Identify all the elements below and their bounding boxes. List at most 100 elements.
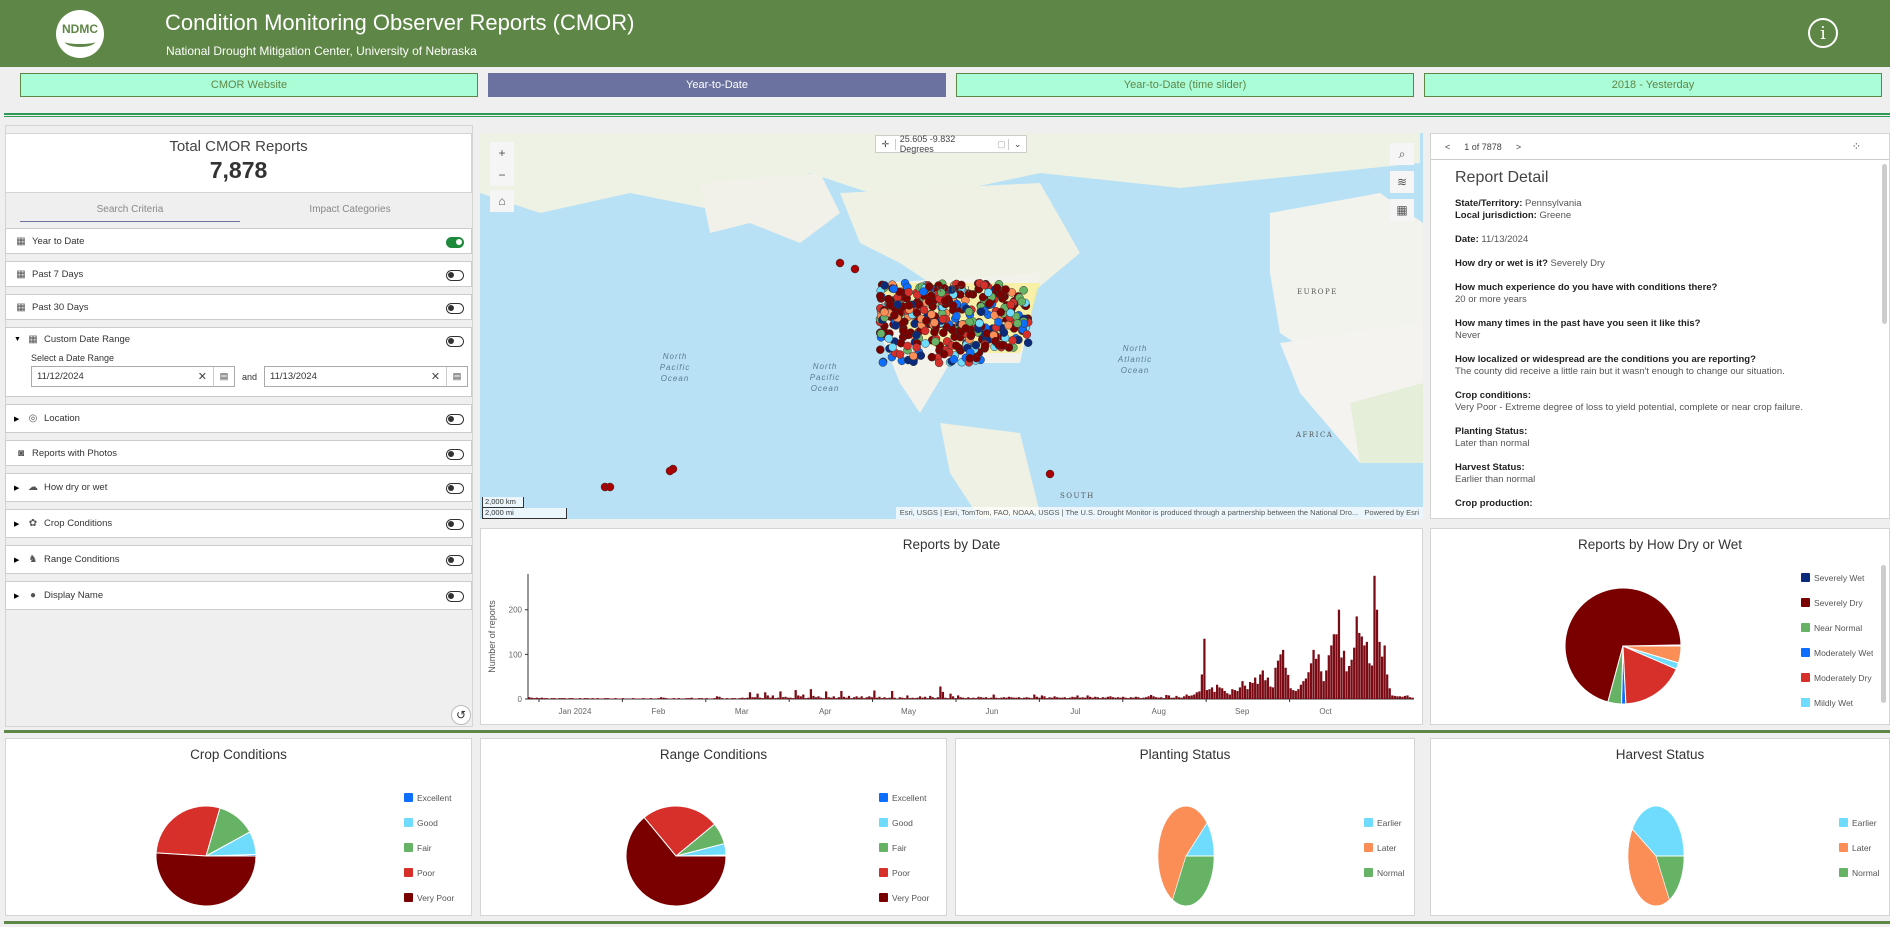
- legend-item[interactable]: Very Poor: [404, 885, 454, 910]
- bar[interactable]: [941, 691, 945, 699]
- bar[interactable]: [1111, 697, 1115, 699]
- report-point[interactable]: [975, 318, 984, 328]
- bar[interactable]: [817, 696, 820, 699]
- bar[interactable]: [830, 697, 833, 699]
- report-point[interactable]: [912, 330, 921, 340]
- bar[interactable]: [814, 697, 818, 699]
- tab-search-criteria[interactable]: Search Criteria: [20, 200, 240, 222]
- bar[interactable]: [779, 691, 782, 699]
- report-point[interactable]: [921, 339, 930, 348]
- bar[interactable]: [1358, 632, 1361, 699]
- bar[interactable]: [797, 695, 800, 699]
- bar[interactable]: [1104, 697, 1107, 699]
- bar[interactable]: [533, 698, 536, 699]
- bar[interactable]: [1355, 616, 1358, 699]
- bar[interactable]: [1043, 696, 1046, 699]
- bar[interactable]: [1330, 645, 1333, 699]
- legend-item[interactable]: Excellent: [879, 785, 929, 810]
- filter-how-dry-or-wet[interactable]: ▶ ☁ How dry or wet: [5, 473, 472, 502]
- report-point[interactable]: [976, 307, 986, 317]
- bar[interactable]: [1314, 658, 1318, 699]
- bar[interactable]: [926, 698, 929, 699]
- bar[interactable]: [1116, 697, 1120, 699]
- bar[interactable]: [807, 697, 810, 699]
- bar[interactable]: [1325, 670, 1328, 699]
- bar[interactable]: [789, 697, 792, 699]
- report-point[interactable]: [889, 284, 898, 294]
- bar[interactable]: [1063, 697, 1066, 699]
- bar[interactable]: [1256, 683, 1259, 699]
- bar[interactable]: [995, 697, 998, 699]
- bar[interactable]: [561, 698, 564, 699]
- bar[interactable]: [1223, 690, 1226, 699]
- bar[interactable]: [761, 698, 764, 699]
- bar[interactable]: [852, 697, 856, 699]
- bar[interactable]: [1106, 696, 1110, 699]
- bar[interactable]: [939, 686, 942, 700]
- report-point[interactable]: [996, 307, 1006, 317]
- report-point[interactable]: [1001, 285, 1010, 294]
- bar[interactable]: [1023, 697, 1026, 699]
- nav-2018-yesterday-button[interactable]: 2018 - Yesterday: [1424, 73, 1882, 97]
- zoom-out-button[interactable]: −: [490, 164, 514, 186]
- bar[interactable]: [944, 697, 947, 699]
- bar[interactable]: [1188, 695, 1191, 699]
- legend-item[interactable]: Good: [404, 810, 454, 835]
- filter-toggle[interactable]: [446, 591, 464, 602]
- bar[interactable]: [1155, 697, 1158, 699]
- legend-scrollbar[interactable]: [1881, 565, 1886, 703]
- filter-display-name[interactable]: ▶ ● Display Name: [5, 581, 472, 610]
- bar[interactable]: [766, 695, 769, 699]
- bar[interactable]: [1114, 697, 1117, 699]
- bar[interactable]: [979, 697, 983, 699]
- bar[interactable]: [1373, 575, 1376, 699]
- bar[interactable]: [751, 697, 754, 699]
- bar[interactable]: [1380, 656, 1384, 699]
- bar[interactable]: [726, 698, 729, 699]
- bar[interactable]: [1332, 634, 1336, 699]
- bar[interactable]: [822, 698, 825, 699]
- bar[interactable]: [1038, 697, 1041, 699]
- bar[interactable]: [1172, 697, 1176, 699]
- bar[interactable]: [1294, 690, 1297, 699]
- bar[interactable]: [908, 698, 912, 699]
- bar[interactable]: [875, 697, 879, 699]
- bar[interactable]: [738, 698, 741, 699]
- bar[interactable]: [1241, 681, 1244, 699]
- bar[interactable]: [1365, 641, 1369, 699]
- coordinate-readout[interactable]: ✛ 25.605 -9.832 Degrees ▢ ⌄: [875, 134, 1027, 154]
- bar[interactable]: [977, 696, 980, 699]
- bar[interactable]: [632, 698, 635, 699]
- bar[interactable]: [1353, 647, 1356, 699]
- bar[interactable]: [878, 696, 881, 699]
- report-point[interactable]: [891, 321, 900, 330]
- bar[interactable]: [718, 696, 721, 699]
- bar[interactable]: [1317, 654, 1320, 699]
- report-point[interactable]: [1008, 336, 1017, 345]
- bar[interactable]: [1122, 696, 1125, 699]
- home-icon[interactable]: ⌂: [490, 190, 514, 212]
- bar[interactable]: [1180, 697, 1183, 699]
- report-point[interactable]: [878, 358, 888, 367]
- bar[interactable]: [1071, 696, 1074, 699]
- bar[interactable]: [802, 694, 805, 699]
- legend-item[interactable]: Normal: [1839, 860, 1879, 885]
- bar[interactable]: [784, 696, 787, 699]
- bar[interactable]: [1287, 674, 1290, 699]
- bar[interactable]: [1266, 677, 1269, 699]
- bar[interactable]: [1205, 690, 1209, 699]
- report-point[interactable]: [985, 299, 994, 308]
- bar[interactable]: [1228, 694, 1231, 699]
- bar[interactable]: [1322, 681, 1325, 699]
- bar[interactable]: [984, 697, 988, 699]
- nav-cmor-website-button[interactable]: CMOR Website: [20, 73, 478, 97]
- report-point[interactable]: [961, 324, 971, 333]
- bar[interactable]: [746, 697, 749, 699]
- bar[interactable]: [799, 696, 802, 699]
- report-point[interactable]: [949, 355, 959, 364]
- bar[interactable]: [969, 698, 972, 699]
- bar[interactable]: [1411, 697, 1414, 699]
- report-point[interactable]: [1022, 330, 1032, 339]
- bar[interactable]: [685, 698, 688, 699]
- bar[interactable]: [1149, 694, 1153, 699]
